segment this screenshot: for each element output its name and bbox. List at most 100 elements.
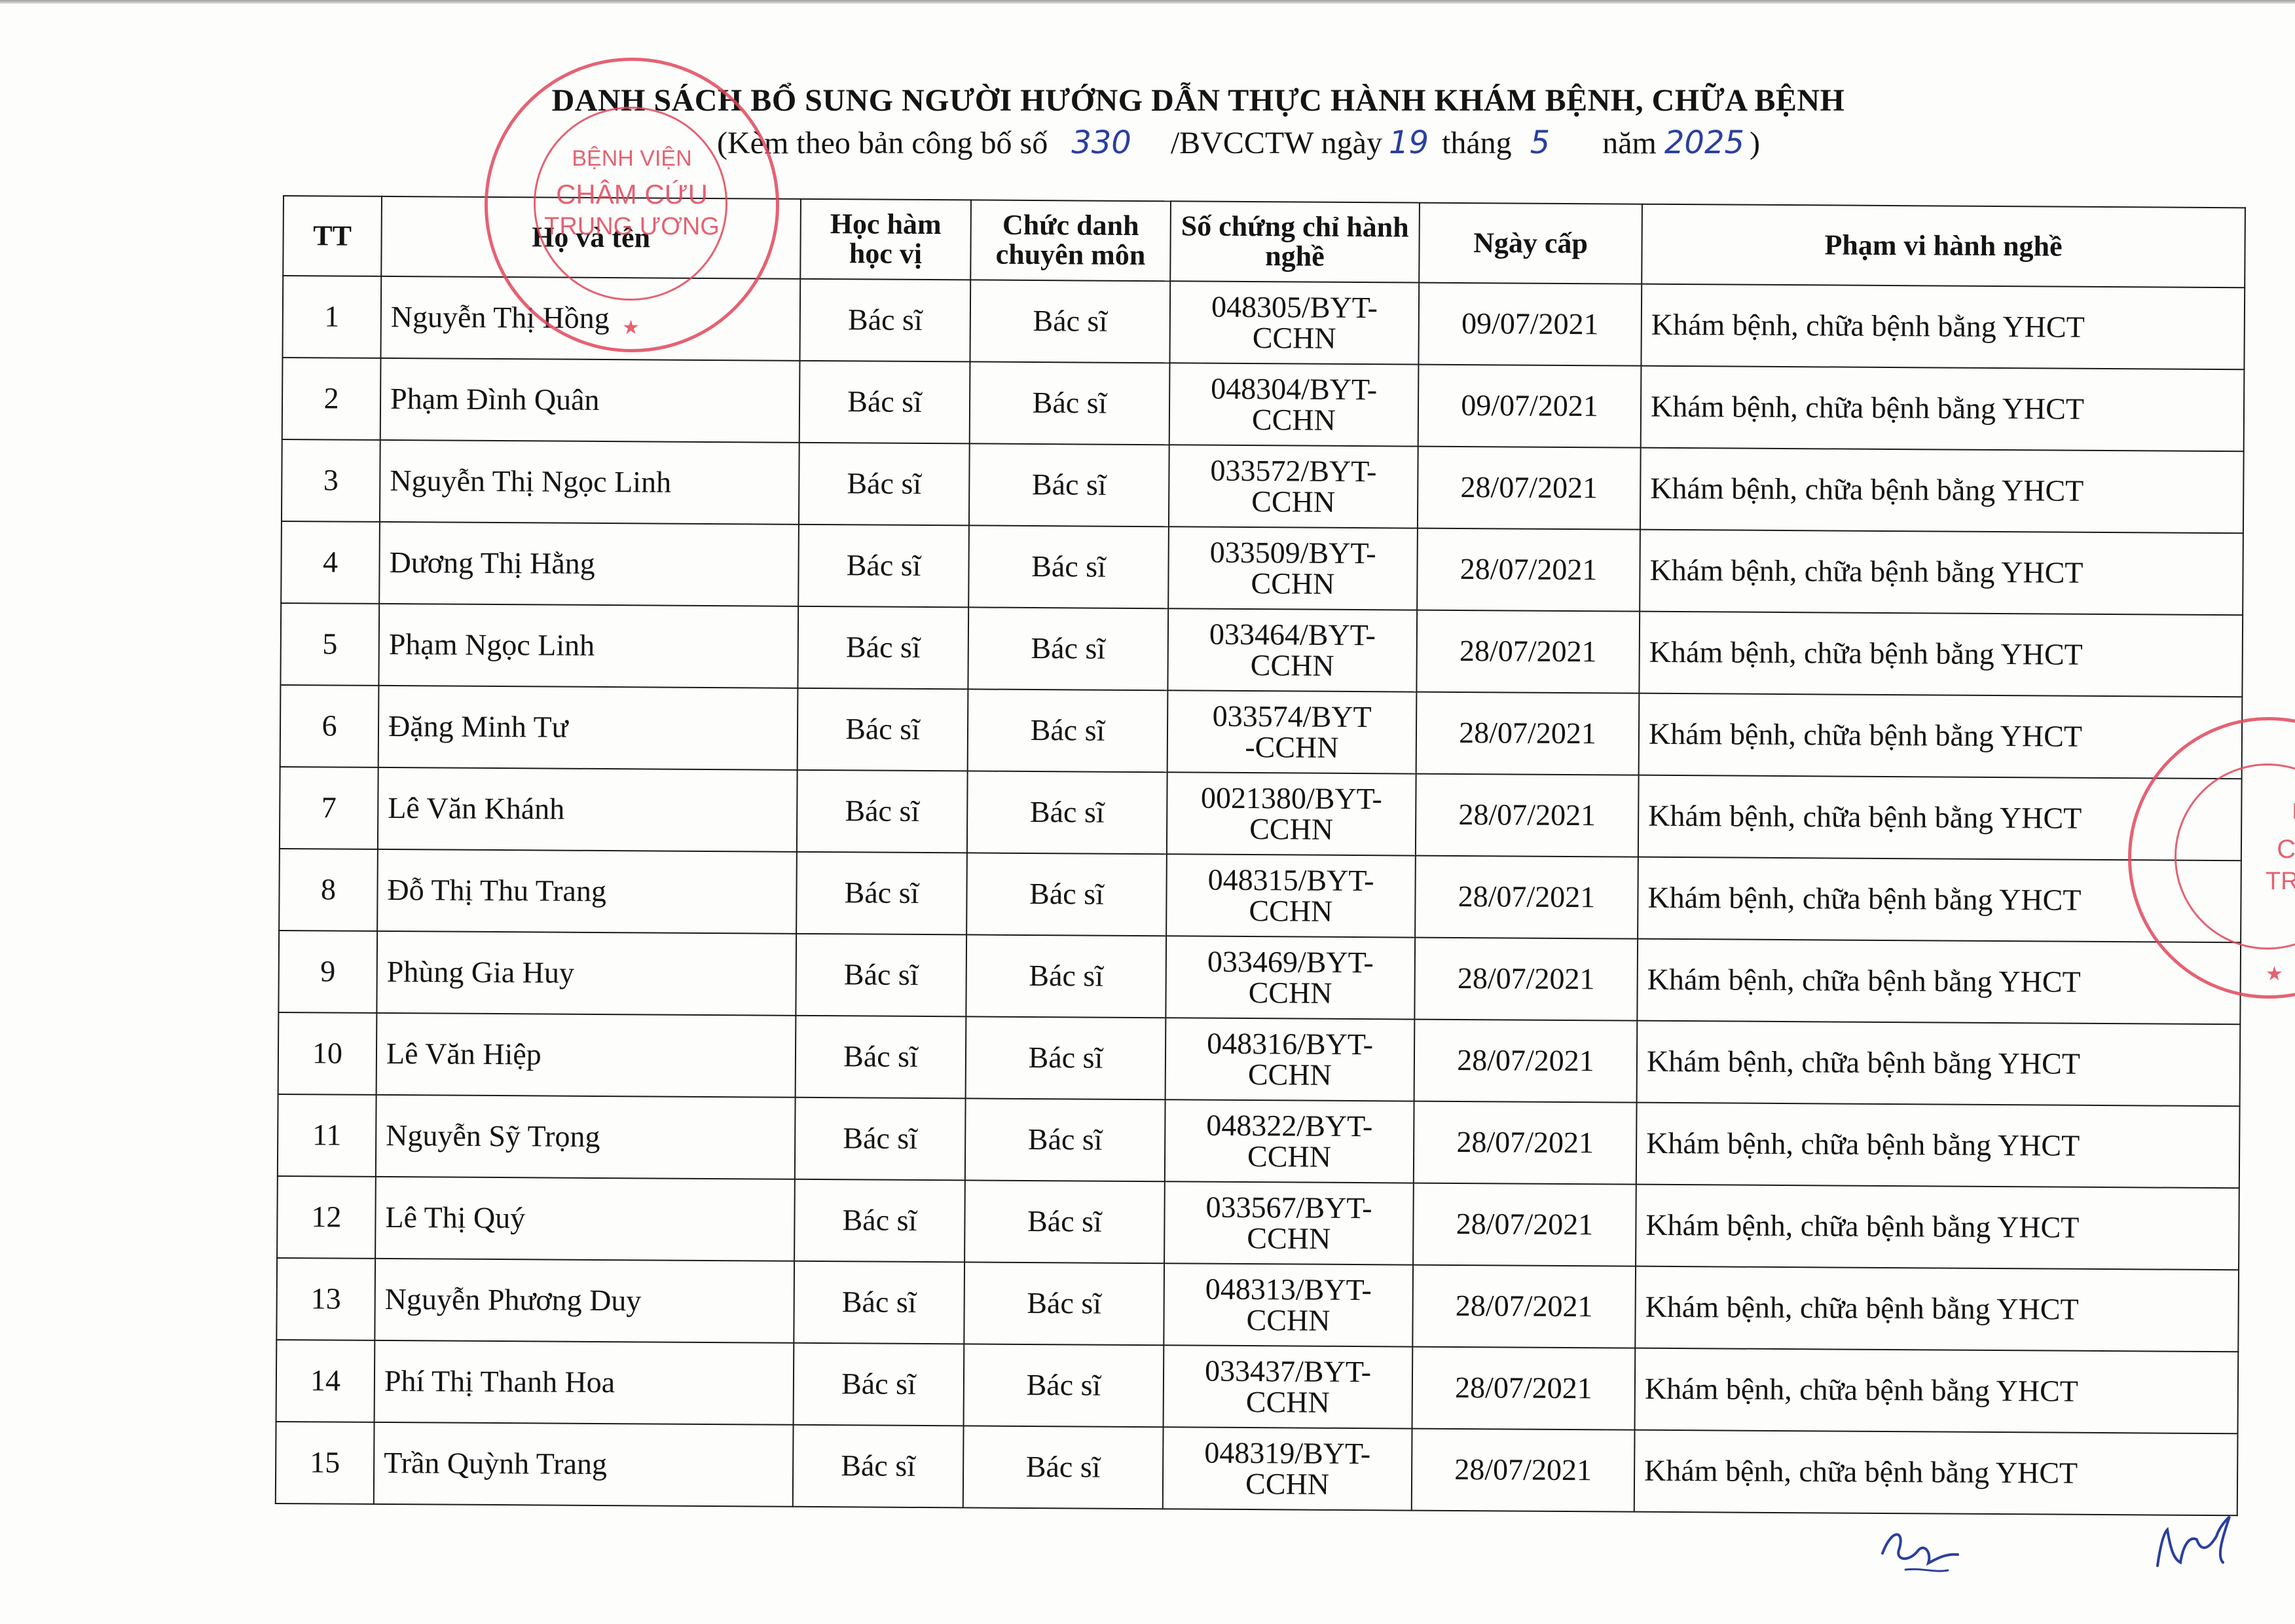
- cell-name: Lê Văn Khánh: [377, 767, 798, 852]
- cell-scope: Khám bệnh, chữa bệnh bằng YHCT: [1640, 529, 2243, 616]
- cell-cert: 033437/BYT- CCHN: [1163, 1345, 1413, 1429]
- cert-line-2: -CCHN: [1245, 729, 1339, 764]
- handwritten-day: 19: [1388, 124, 1429, 161]
- cell-name: Đỗ Thị Thu Trang: [377, 849, 797, 934]
- cell-scope: Khám bệnh, chữa bệnh bằng YHCT: [1636, 1020, 2241, 1107]
- header-tt: TT: [283, 196, 382, 276]
- cell-tt: 7: [279, 766, 378, 849]
- cert-line-2: CCHN: [1246, 1302, 1331, 1337]
- cert-line-1: 033437/BYT-: [1204, 1354, 1372, 1388]
- cert-line-1: 048315/BYT-: [1207, 862, 1374, 897]
- cell-tt: 8: [279, 848, 378, 931]
- cell-date: 28/07/2021: [1417, 446, 1641, 530]
- seal-text-line-3: TRUNG: [2265, 868, 2295, 895]
- cell-degree: Bác sĩ: [796, 851, 967, 935]
- cell-name: Nguyễn Phương Duy: [375, 1258, 795, 1343]
- cell-tt: 14: [276, 1339, 375, 1422]
- initial-signature-2: [2156, 1515, 2231, 1567]
- cell-scope: Khám bệnh, chữa bệnh bằng YHCT: [1634, 1430, 2238, 1516]
- table-row: 15 Trần Quỳnh Trang Bác sĩ Bác sĩ 048319…: [275, 1421, 2238, 1516]
- seal-text-line-1: BỆNH: [2079, 799, 2295, 824]
- cell-tt: 5: [280, 602, 380, 686]
- cell-date: 09/07/2021: [1418, 282, 1642, 366]
- header-cert: Số chứng chỉ hành nghề: [1170, 201, 1420, 283]
- cell-date: 28/07/2021: [1417, 528, 1640, 612]
- cert-line-2: CCHN: [1251, 402, 1336, 437]
- cert-line-1: 048316/BYT-: [1207, 1026, 1374, 1061]
- header-scope: Phạm vi hành nghề: [1642, 204, 2245, 288]
- cert-line-1: 048313/BYT-: [1205, 1272, 1372, 1306]
- cell-date: 09/07/2021: [1418, 364, 1642, 448]
- cell-date: 28/07/2021: [1412, 1346, 1636, 1430]
- cert-line-2: CCHN: [1248, 975, 1332, 1010]
- table-row: 6 Đặng Minh Tư Bác sĩ Bác sĩ 033574/BYT -…: [280, 684, 2243, 779]
- cell-title: Bác sĩ: [964, 1180, 1165, 1264]
- cell-scope: Khám bệnh, chữa bệnh bằng YHCT: [1635, 1266, 2239, 1352]
- cell-name: Phạm Ngọc Linh: [378, 603, 799, 688]
- cell-title: Bác sĩ: [964, 1262, 1165, 1346]
- cell-cert: 033469/BYT- CCHN: [1166, 936, 1416, 1020]
- cert-line-1: 033509/BYT-: [1209, 535, 1376, 570]
- handwritten-document-number: 330: [1071, 124, 1131, 161]
- cell-name: Phí Thị Thanh Hoa: [374, 1340, 794, 1425]
- table-row: 8 Đỗ Thị Thu Trang Bác sĩ Bác sĩ 048315/…: [279, 848, 2241, 943]
- cell-date: 28/07/2021: [1414, 1019, 1638, 1103]
- cell-degree: Bác sĩ: [797, 688, 968, 771]
- cell-title: Bác sĩ: [966, 934, 1167, 1018]
- table-row: 7 Lê Văn Khánh Bác sĩ Bác sĩ 0021380/BYT…: [279, 766, 2242, 861]
- cell-degree: Bác sĩ: [799, 360, 970, 444]
- cell-title: Bác sĩ: [970, 280, 1171, 363]
- cell-tt: 3: [281, 439, 380, 522]
- cell-title: Bác sĩ: [967, 689, 1168, 773]
- cell-name: Lê Văn Hiệp: [376, 1012, 796, 1098]
- table-body: 1 Nguyễn Thị Hồng Bác sĩ Bác sĩ 048305/B…: [275, 276, 2245, 1516]
- cell-cert: 033572/BYT- CCHN: [1168, 445, 1418, 528]
- cell-scope: Khám bệnh, chữa bệnh bằng YHCT: [1641, 284, 2245, 370]
- seal-text-line-2: CHÂM: [2277, 835, 2295, 864]
- cell-scope: Khám bệnh, chữa bệnh bằng YHCT: [1638, 693, 2243, 779]
- cell-title: Bác sĩ: [968, 443, 1169, 527]
- seal-text-line-1: BỆNH VIỆN: [572, 146, 692, 171]
- hospital-seal-stamp: BỆNH VIỆN CHÂM CỨU TRUNG ƯƠNG ★: [485, 58, 779, 352]
- table-row: 9 Phùng Gia Huy Bác sĩ Bác sĩ 033469/BYT…: [278, 930, 2241, 1025]
- cell-degree: Bác sĩ: [798, 442, 970, 526]
- cell-title: Bác sĩ: [969, 361, 1170, 445]
- cell-tt: 4: [281, 521, 380, 604]
- cell-name: Phùng Gia Huy: [376, 931, 797, 1016]
- cert-line-2: CCHN: [1249, 893, 1333, 928]
- subtitle-month-word: tháng: [1442, 126, 1512, 160]
- cert-line-2: CCHN: [1249, 811, 1334, 846]
- cert-line-1: 048319/BYT-: [1204, 1435, 1371, 1470]
- cert-line-2: CCHN: [1247, 1139, 1332, 1173]
- cell-cert: 048316/BYT- CCHN: [1165, 1018, 1415, 1101]
- cell-degree: Bác sĩ: [795, 1015, 966, 1099]
- cell-tt: 6: [280, 684, 379, 767]
- cell-tt: 2: [282, 358, 381, 440]
- table-row: 11 Nguyễn Sỹ Trọng Bác sĩ Bác sĩ 048322/…: [277, 1094, 2240, 1189]
- scan-edge: [0, 0, 2295, 4]
- cell-scope: Khám bệnh, chữa bệnh bằng YHCT: [1640, 447, 2244, 534]
- subtitle-close: ): [1750, 126, 1760, 160]
- table-row: 5 Phạm Ngọc Linh Bác sĩ Bác sĩ 033464/BY…: [280, 602, 2243, 697]
- cell-title: Bác sĩ: [963, 1426, 1164, 1509]
- cert-line-1: 033469/BYT-: [1207, 944, 1374, 979]
- cell-degree: Bác sĩ: [796, 769, 968, 853]
- cell-tt: 12: [277, 1175, 376, 1259]
- cell-title: Bác sĩ: [963, 1344, 1164, 1428]
- table-row: 3 Nguyễn Thị Ngọc Linh Bác sĩ Bác sĩ 033…: [281, 439, 2244, 534]
- cell-cert: 033574/BYT -CCHN: [1167, 690, 1417, 774]
- table-row: 2 Phạm Đình Quân Bác sĩ Bác sĩ 048304/BY…: [282, 358, 2245, 452]
- cell-degree: Bác sĩ: [798, 606, 969, 690]
- cert-line-2: CCHN: [1247, 1057, 1332, 1092]
- cell-cert: 048305/BYT- CCHN: [1169, 281, 1420, 365]
- header-date: Ngày cấp: [1419, 202, 1642, 284]
- cell-date: 28/07/2021: [1412, 1264, 1636, 1348]
- cell-cert: 048313/BYT- CCHN: [1164, 1263, 1414, 1347]
- cell-title: Bác sĩ: [968, 607, 1169, 691]
- cell-cert: 048304/BYT- CCHN: [1169, 363, 1419, 447]
- cert-line-2: CCHN: [1250, 648, 1334, 682]
- table-row: 12 Lê Thị Quý Bác sĩ Bác sĩ 033567/BYT- C…: [277, 1175, 2239, 1270]
- cell-name: Nguyễn Sỹ Trọng: [375, 1094, 796, 1179]
- cell-degree: Bác sĩ: [794, 1179, 965, 1263]
- table-row: 10 Lê Văn Hiệp Bác sĩ Bác sĩ 048316/BYT-…: [278, 1012, 2241, 1107]
